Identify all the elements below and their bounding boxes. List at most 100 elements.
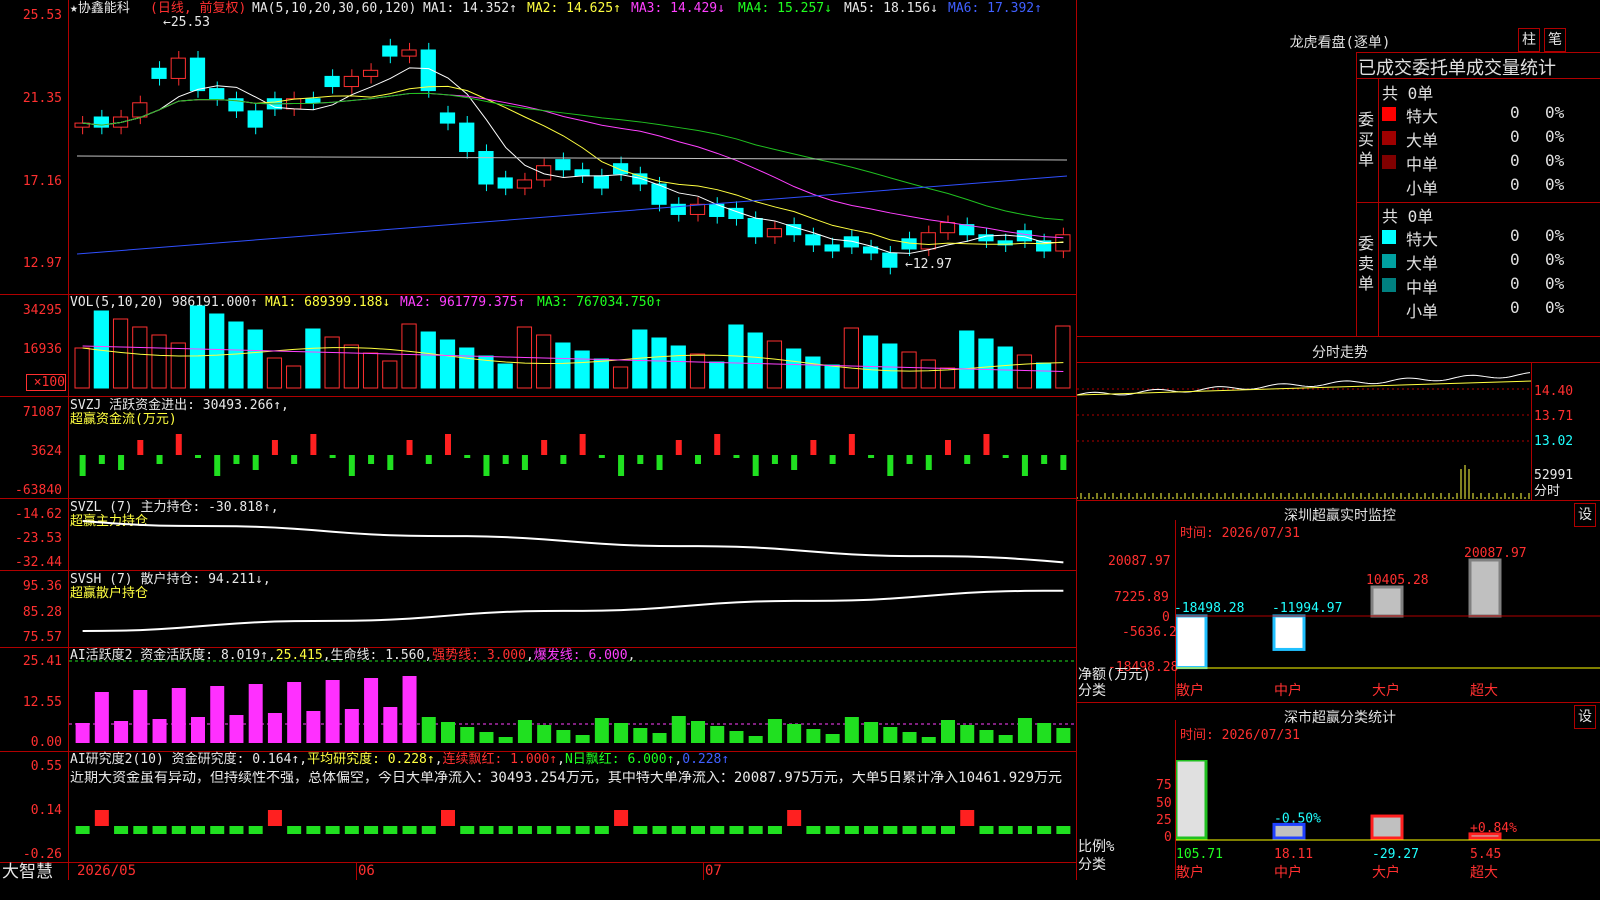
intraday-axis-label: 13.71: [1534, 409, 1574, 424]
flow-bar: [925, 455, 932, 470]
volume-bar: [805, 356, 821, 389]
tick-view-button[interactable]: 笔: [1544, 28, 1566, 52]
svzl-line: [82, 520, 1064, 564]
net-value: 20087.97: [1464, 546, 1527, 561]
candle: [305, 98, 321, 104]
volume-bar: [459, 347, 475, 389]
intraday-chart[interactable]: [1077, 363, 1532, 500]
candlestick-chart[interactable]: [69, 16, 1075, 294]
pct-label: +0.84%: [1470, 821, 1517, 836]
ma-line: [82, 67, 1064, 254]
flow-bar: [733, 455, 740, 458]
activity-bar: [460, 727, 475, 743]
ratio-value: -29.27: [1372, 847, 1419, 862]
stock-title[interactable]: ★协鑫能科: [70, 1, 130, 16]
ma5-line: [76, 155, 1068, 161]
research-bar: [960, 810, 975, 826]
volume-bar: [536, 334, 552, 389]
candle: [93, 116, 109, 128]
research-bar: [537, 826, 552, 834]
candle: [497, 177, 513, 189]
order-stat-p: 0%: [1545, 274, 1565, 293]
ratio-value: 105.71: [1176, 847, 1223, 862]
date-label: 06: [358, 863, 375, 879]
research-bar: [825, 826, 840, 834]
order-stat-n: 0: [1510, 103, 1520, 122]
order-stat-name: 大单: [1406, 131, 1439, 150]
volume-bar: [170, 342, 186, 389]
activity-bar: [691, 721, 705, 743]
ma-line: [82, 92, 1064, 239]
research-bar: [710, 826, 725, 834]
volume-bar: [151, 334, 167, 389]
net-value: -18498.28: [1176, 601, 1244, 616]
sz-stats-settings-button[interactable]: 设: [1574, 705, 1596, 729]
order-stat-name: 特大: [1406, 230, 1439, 249]
candle: [574, 169, 590, 177]
legend-swatch: [1382, 179, 1396, 193]
research-bar: [306, 826, 321, 834]
activity-bar: [479, 732, 494, 743]
research-bar: [921, 826, 936, 834]
bar-view-button[interactable]: 柱: [1518, 28, 1540, 52]
activity-bar: [1017, 718, 1032, 743]
volume-bar: [651, 337, 667, 389]
ai2-axis-label: 0.14: [30, 803, 62, 818]
legend-swatch: [1382, 155, 1396, 169]
volume-bar: [401, 323, 417, 389]
order-stat-n: 0: [1510, 127, 1520, 146]
sz-monitor-settings-button[interactable]: 设: [1574, 503, 1596, 527]
research-bar: [114, 826, 129, 834]
ma-label: MA(5,10,20,30,60,120): [252, 1, 417, 16]
volume-bar: [920, 359, 936, 389]
period-label[interactable]: (日线, 前复权): [150, 1, 246, 16]
candle: [555, 159, 571, 171]
order-stat-p: 0%: [1545, 103, 1565, 122]
main-hold-line: [82, 520, 1064, 564]
research-bar: [344, 826, 359, 834]
research-bar: [671, 826, 686, 834]
svsh-line: [82, 589, 1064, 632]
activity-bar: [306, 711, 321, 743]
volume-bar: [709, 361, 725, 389]
svzj-axis-label: -63840: [15, 483, 62, 498]
intraday-price-line: [1077, 372, 1531, 396]
activity-bar: [229, 715, 244, 743]
ratio-value: 18.11: [1274, 847, 1313, 862]
order-stat-p: 0%: [1545, 127, 1565, 146]
order-stat-p: 0%: [1545, 226, 1565, 245]
svzl-axis-label: -32.44: [15, 555, 62, 570]
candle: [362, 69, 379, 77]
volume-bar: [132, 326, 148, 389]
flow-bar: [637, 455, 644, 464]
flow-bar: [156, 455, 163, 464]
research-bar: [133, 826, 148, 834]
volume-bars: [74, 305, 1071, 389]
activity-bar: [748, 736, 763, 743]
volume-bar: [747, 332, 763, 389]
candle: [786, 224, 802, 236]
research-bar: [171, 826, 186, 834]
app-logo: 大智慧: [2, 862, 53, 882]
order-stat-p: 0%: [1545, 298, 1565, 317]
activity-bar: [267, 713, 282, 743]
flow-bar: [945, 440, 951, 455]
svzj-bars: [79, 434, 1067, 476]
activity-bar: [344, 709, 359, 743]
volume-bar: [882, 343, 898, 389]
net-bar: [1272, 614, 1306, 651]
sz-stats-title: 深市超赢分类统计: [1284, 710, 1396, 726]
ai2-note: 近期大资金虽有异动，但持续性不强，总体偏空，今日大单净流入：30493.254万…: [70, 771, 1063, 786]
flow-bar: [310, 434, 317, 455]
candle: [170, 57, 186, 79]
activity-bar: [364, 678, 379, 743]
ma1-value: MA1: 14.352↑: [423, 1, 517, 16]
ratio-value: 5.45: [1470, 847, 1501, 862]
flow-bar: [714, 434, 721, 455]
sell-label: 委卖单: [1358, 234, 1375, 293]
svzl-axis-label: -23.53: [15, 531, 62, 546]
flow-bar: [348, 455, 355, 476]
intraday-title: 分时走势: [1312, 345, 1368, 361]
ai1-axis-label: 0.00: [30, 735, 62, 750]
legend-swatch: [1382, 107, 1396, 121]
